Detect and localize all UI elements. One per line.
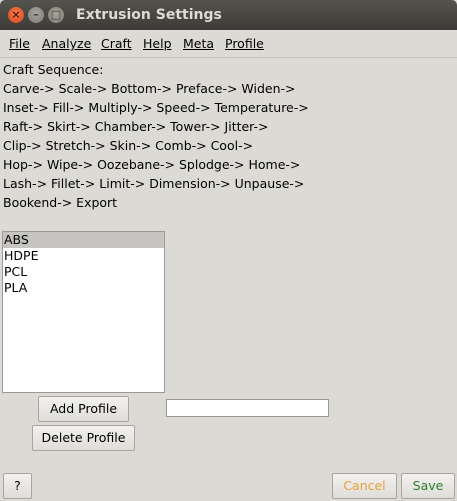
menu-analyze[interactable]: Analyze <box>42 36 91 51</box>
craft-sequence-line: Hop-> Wipe-> Oozebane-> Splodge-> Home-> <box>3 157 301 172</box>
craft-sequence-line: Carve-> Scale-> Bottom-> Preface-> Widen… <box>3 81 296 96</box>
save-button[interactable]: Save <box>401 473 455 499</box>
menu-craft[interactable]: Craft <box>101 36 132 51</box>
craft-sequence-heading: Craft Sequence: <box>3 62 104 77</box>
help-button[interactable]: ? <box>3 473 32 499</box>
profile-list-item[interactable]: PCL <box>3 264 164 280</box>
profile-list-item[interactable]: PLA <box>3 280 164 296</box>
menu-profile[interactable]: Profile <box>225 36 264 51</box>
menu-meta[interactable]: Meta <box>183 36 214 51</box>
profile-list-item[interactable]: ABS <box>3 232 164 248</box>
maximize-icon[interactable]: □ <box>48 7 64 23</box>
title-bar[interactable]: × – □ Extrusion Settings <box>0 0 457 30</box>
minimize-icon[interactable]: – <box>28 7 44 23</box>
menu-help[interactable]: Help <box>143 36 172 51</box>
menu-file[interactable]: File <box>9 36 30 51</box>
add-profile-button[interactable]: Add Profile <box>38 396 129 422</box>
delete-profile-button[interactable]: Delete Profile <box>32 425 135 451</box>
close-icon[interactable]: × <box>8 7 24 23</box>
craft-sequence-line: Bookend-> Export <box>3 195 118 210</box>
menu-bar: File Analyze Craft Help Meta Profile <box>0 30 457 58</box>
cancel-button[interactable]: Cancel <box>332 473 397 499</box>
craft-sequence-line: Raft-> Skirt-> Chamber-> Tower-> Jitter-… <box>3 119 269 134</box>
profile-list[interactable]: ABS HDPE PCL PLA <box>2 231 165 393</box>
craft-sequence-line: Inset-> Fill-> Multiply-> Speed-> Temper… <box>3 100 309 115</box>
new-profile-name-input[interactable] <box>166 399 329 417</box>
craft-sequence-line: Lash-> Fillet-> Limit-> Dimension-> Unpa… <box>3 176 305 191</box>
window-title: Extrusion Settings <box>76 7 222 23</box>
craft-sequence-line: Clip-> Stretch-> Skin-> Comb-> Cool-> <box>3 138 254 153</box>
profile-list-item[interactable]: HDPE <box>3 248 164 264</box>
